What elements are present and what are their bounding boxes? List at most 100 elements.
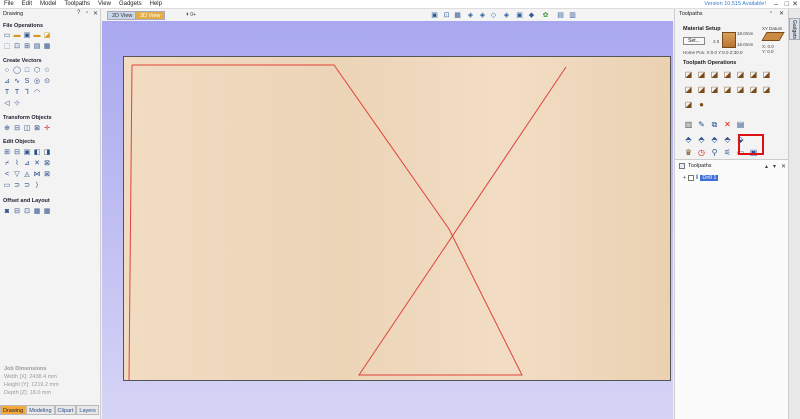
preview-toolpath-icon[interactable]: ⬘ — [683, 134, 694, 145]
prism-carve-icon[interactable]: ◪ — [748, 69, 759, 80]
move-down-icon[interactable]: ▾ — [773, 163, 776, 170]
join-icon[interactable]: ⊿ — [23, 160, 31, 168]
maximize-icon[interactable]: □ — [785, 0, 789, 9]
pin-icon[interactable]: ▫ — [770, 10, 772, 16]
star-icon[interactable]: ☆ — [43, 67, 51, 75]
quick-engrave-icon[interactable]: ◪ — [722, 69, 733, 80]
moulding-icon[interactable]: ◪ — [696, 84, 707, 95]
view-right-icon[interactable]: ▣ — [515, 10, 524, 19]
merge-toolpath-icon[interactable]: ⬘ — [722, 134, 733, 145]
trace-icon[interactable]: ▦ — [43, 43, 51, 51]
ellipse-icon[interactable]: ◯ — [13, 67, 21, 75]
profile-toolpath-icon[interactable]: ◪ — [683, 69, 694, 80]
layer-selector[interactable]: ◐ 0+ — [182, 10, 200, 19]
dimension-icon[interactable]: ▤ — [33, 43, 41, 51]
help-icon[interactable]: ? — [77, 10, 80, 16]
smooth-icon[interactable]: < — [3, 171, 11, 179]
job-sheet-icon[interactable]: ⚟ — [722, 147, 733, 158]
offset-vector-icon[interactable]: ⊙ — [43, 78, 51, 86]
material-icon[interactable]: ✿ — [541, 10, 550, 19]
3d-profile-icon[interactable]: ◪ — [761, 84, 772, 95]
intersect-icon[interactable]: ◨ — [43, 149, 51, 157]
version-link[interactable]: Version 10.515 Available! — [704, 0, 766, 9]
project-icon[interactable]: ◪ — [683, 99, 694, 110]
sphere-icon[interactable]: ● — [696, 99, 707, 110]
fit-icon[interactable]: ⬚ — [3, 43, 11, 51]
scale-icon[interactable]: ⊟ — [13, 125, 21, 133]
tab-2d-view[interactable]: 2D View — [107, 11, 138, 20]
nest-icon[interactable]: ⊟ — [13, 208, 21, 216]
3d-viewport[interactable] — [102, 21, 673, 419]
curve-fit-icon[interactable]: ▽ — [13, 171, 21, 179]
align-icon[interactable]: ✛ — [43, 125, 51, 133]
view-top-icon[interactable]: ◈ — [478, 10, 487, 19]
view-back-icon[interactable]: ◆ — [527, 10, 536, 19]
import-bitmap-icon[interactable]: ◪ — [43, 32, 51, 40]
trim-icon[interactable]: ⌿ — [3, 160, 11, 168]
rectangle-icon[interactable]: □ — [23, 67, 31, 75]
node-edit-icon[interactable]: ⊹ — [13, 100, 21, 108]
draw-icon[interactable]: ◎ — [33, 78, 41, 86]
menu-model[interactable]: Model — [36, 0, 60, 9]
step-repeat-icon[interactable]: ▦ — [33, 208, 41, 216]
arc-icon[interactable]: S — [23, 78, 31, 86]
tab-3d-view[interactable]: 3D View — [135, 11, 166, 20]
toolpath-item[interactable]: + ǁ Drill 1 — [683, 175, 719, 181]
set-material-button[interactable]: Set... — [683, 37, 705, 45]
tab-icon[interactable]: ⊃ — [23, 182, 31, 190]
fillet-icon[interactable]: ◠ — [33, 89, 41, 97]
offset-icon[interactable]: ◙ — [3, 208, 11, 216]
tab-clipart[interactable]: Clipart — [54, 405, 77, 415]
toolpath-name[interactable]: Drill 1 — [700, 175, 719, 181]
tab-drawing[interactable]: Drawing — [0, 405, 27, 415]
grid-icon[interactable]: ▦ — [43, 208, 51, 216]
close-icon[interactable]: ✕ — [792, 0, 798, 9]
open-file-icon[interactable]: ▬ — [13, 32, 21, 40]
tab-modeling[interactable]: Modeling — [26, 405, 55, 415]
import-icon[interactable]: ▬ — [33, 32, 41, 40]
text-on-curve-icon[interactable]: T — [13, 89, 21, 97]
view-iso-icon[interactable]: ◈ — [466, 10, 475, 19]
zoom-box-icon[interactable]: ⊡ — [442, 10, 451, 19]
pin-icon[interactable]: ▫ — [86, 10, 88, 16]
fillet-tool-icon[interactable]: ⊠ — [43, 160, 51, 168]
view-front-icon[interactable]: ◇ — [489, 10, 498, 19]
bend-text-icon[interactable]: Ꞁ — [23, 89, 31, 97]
bevel-icon[interactable]: ⟩ — [33, 182, 41, 190]
dogbone-icon[interactable]: ⊃ — [13, 182, 21, 190]
inlay-icon[interactable]: ◪ — [683, 84, 694, 95]
simulate-icon[interactable]: ♛ — [683, 147, 694, 158]
gadgets-tab[interactable]: Gadgets — [789, 18, 800, 40]
preview-all-icon[interactable]: ⬘ — [696, 134, 707, 145]
crop-icon[interactable]: ⊡ — [13, 43, 21, 51]
ungroup-icon[interactable]: ⊟ — [13, 149, 21, 157]
recalculate-icon[interactable]: ⬘ — [709, 134, 720, 145]
move-icon[interactable]: ⊕ — [3, 125, 11, 133]
curve-icon[interactable]: ∿ — [13, 78, 21, 86]
tab-layers[interactable]: Layers — [76, 405, 99, 415]
delete-toolpath-icon[interactable]: ✕ — [722, 119, 733, 130]
copy-toolpath-icon[interactable]: ⧉ — [709, 119, 720, 130]
array-icon[interactable]: ⊡ — [23, 208, 31, 216]
roughing-icon[interactable]: ◪ — [735, 84, 746, 95]
new-file-icon[interactable]: ▭ — [3, 32, 11, 40]
weld-icon[interactable]: ▣ — [23, 149, 31, 157]
toolpath-checkbox[interactable] — [687, 175, 694, 181]
texture-icon[interactable]: ◪ — [709, 84, 720, 95]
split-view-icon[interactable]: ▥ — [568, 10, 577, 19]
menu-toolpaths[interactable]: Toolpaths — [60, 0, 94, 9]
finishing-icon[interactable]: ◪ — [748, 84, 759, 95]
fluting-icon[interactable]: ◪ — [761, 69, 772, 80]
break-icon[interactable]: ⋈ — [33, 171, 41, 179]
drill-toolpath-icon[interactable]: ◪ — [709, 69, 720, 80]
menu-help[interactable]: Help — [146, 0, 166, 9]
close-panel-icon[interactable]: ✕ — [93, 10, 98, 17]
pocket-toolpath-icon[interactable]: ◪ — [696, 69, 707, 80]
extend-icon[interactable]: ⌇ — [13, 160, 21, 168]
node-icon[interactable]: ▭ — [3, 182, 11, 190]
close-panel-icon[interactable]: ✕ — [779, 10, 784, 17]
menu-edit[interactable]: Edit — [18, 0, 36, 9]
mirror-icon[interactable]: ⊠ — [33, 125, 41, 133]
dimension-vector-icon[interactable]: ◁ — [3, 100, 11, 108]
text-icon[interactable]: T — [3, 89, 11, 97]
